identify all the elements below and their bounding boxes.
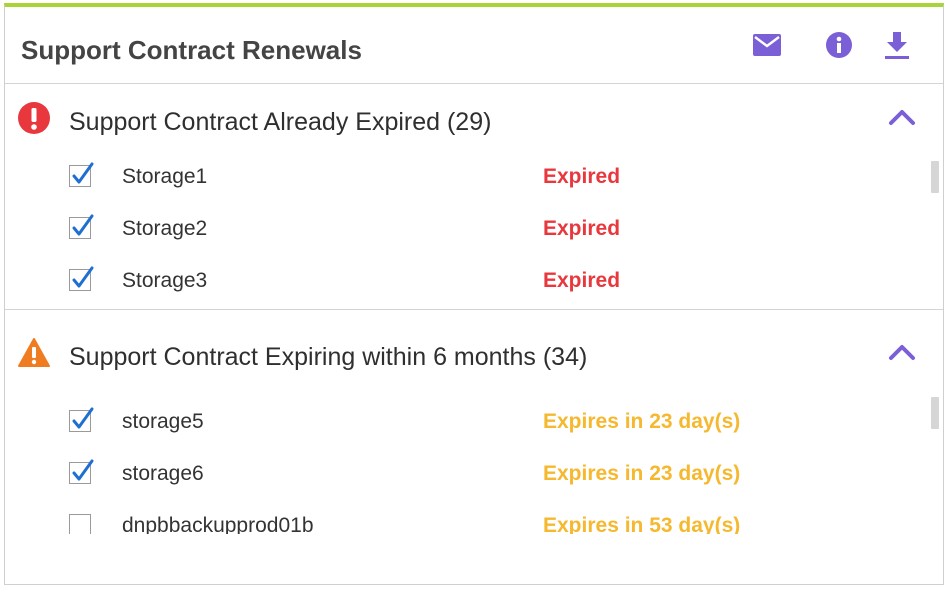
row-name: storage5 <box>122 410 204 433</box>
list-item: storage5 Expires in 23 day(s) <box>5 402 943 454</box>
card-title: Support Contract Renewals <box>21 35 362 65</box>
row-name: storage6 <box>122 462 204 485</box>
row-status: Expires in 23 day(s) <box>543 410 741 433</box>
section-header[interactable]: Support Contract Already Expired (29) <box>5 85 943 147</box>
chevron-up-icon[interactable] <box>887 338 917 368</box>
list-item: dnpbbackupprod01b Expires in 53 day(s) <box>5 506 943 534</box>
section-title: Support Contract Already Expired (29) <box>69 108 492 136</box>
support-contract-renewals-card: Support Contract Renewals Support Contra… <box>4 3 944 585</box>
section-divider <box>5 309 943 310</box>
section-header[interactable]: Support Contract Expiring within 6 month… <box>5 320 943 382</box>
row-name: Storage2 <box>122 217 208 240</box>
row-name: dnpbbackupprod01b <box>122 514 314 534</box>
section-expiring-soon: Support Contract Expiring within 6 month… <box>5 320 943 534</box>
row-checkbox[interactable] <box>69 214 94 239</box>
section-already-expired: Support Contract Already Expired (29) St… <box>5 85 943 309</box>
expired-list[interactable]: Storage1 Expired Storage2 Expired Storag… <box>5 147 943 309</box>
row-checkbox[interactable] <box>69 162 94 187</box>
row-checkbox[interactable] <box>69 266 94 291</box>
mail-icon[interactable] <box>751 29 783 61</box>
download-icon[interactable] <box>881 29 913 61</box>
list-item: Storage1 Expired <box>5 157 943 209</box>
warning-triangle-icon <box>17 336 51 370</box>
error-circle-icon <box>17 101 51 135</box>
row-status: Expired <box>543 165 621 188</box>
row-checkbox[interactable] <box>69 407 94 432</box>
chevron-up-icon[interactable] <box>887 103 917 133</box>
section-title: Support Contract Expiring within 6 month… <box>69 343 588 371</box>
list-item: Storage3 Expired <box>5 261 943 309</box>
row-status: Expired <box>543 217 621 240</box>
info-icon[interactable] <box>823 29 855 61</box>
card-header: Support Contract Renewals <box>5 7 943 84</box>
list-item: Storage2 Expired <box>5 209 943 261</box>
row-checkbox[interactable] <box>69 514 91 534</box>
row-status: Expired <box>543 269 621 292</box>
row-checkbox[interactable] <box>69 459 94 484</box>
scrollbar[interactable] <box>931 397 939 429</box>
row-name: Storage1 <box>122 165 208 188</box>
expiring-list[interactable]: storage5 Expires in 23 day(s) storage6 E… <box>5 382 943 534</box>
row-status: Expires in 53 day(s) <box>543 514 741 534</box>
list-item: storage6 Expires in 23 day(s) <box>5 454 943 506</box>
row-name: Storage3 <box>122 269 208 292</box>
scrollbar[interactable] <box>931 161 939 193</box>
row-status: Expires in 23 day(s) <box>543 462 741 485</box>
